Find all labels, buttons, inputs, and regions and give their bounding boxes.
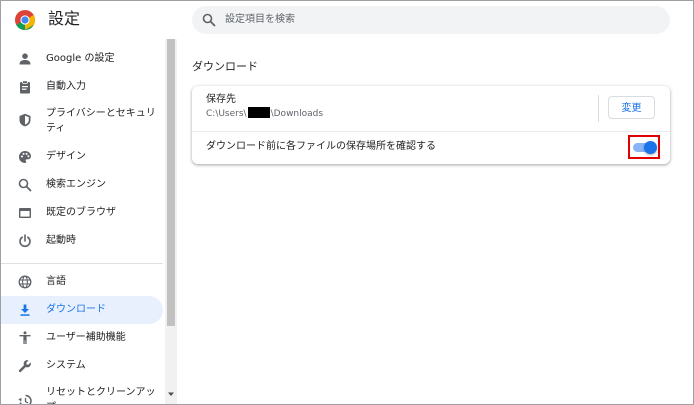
sidebar-item-label: システム: [46, 360, 86, 371]
sidebar-item-autofill[interactable]: 自動入力: [1, 73, 163, 101]
sidebar-item-reset-cleanup[interactable]: リセットとクリーンアップ: [1, 380, 163, 404]
wrench-icon: [18, 360, 31, 373]
clipboard-icon: [20, 80, 30, 94]
sidebar-item-on-startup[interactable]: 起動時: [1, 227, 163, 255]
globe-icon: [18, 275, 32, 289]
sidebar-item-label: リセットとクリーンアップ: [46, 387, 156, 404]
sidebar-item-appearance[interactable]: デザイン: [1, 143, 163, 171]
download-icon: [20, 304, 30, 316]
sidebar-item-label: 既定のブラウザ: [46, 207, 116, 218]
palette-icon: [19, 151, 31, 163]
vertical-separator: [598, 95, 599, 122]
sidebar-item-downloads[interactable]: ダウンロード: [1, 296, 163, 324]
power-icon: [19, 234, 31, 248]
sidebar-item-label: 言語: [46, 276, 66, 287]
section-title-downloads: ダウンロード: [192, 60, 258, 73]
ask-before-download-row[interactable]: ダウンロード前に各ファイルの保存場所を確認する: [192, 132, 670, 164]
sidebar-item-label: 検索エンジン: [46, 179, 106, 190]
sidebar-item-search-engine[interactable]: 検索エンジン: [1, 171, 163, 199]
search-icon: [18, 178, 32, 192]
download-location-label: 保存先: [206, 94, 236, 105]
sidebar-item-privacy-security[interactable]: プライバシーとセキュリティ: [1, 101, 163, 139]
sidebar-item-label: 起動時: [46, 235, 76, 246]
search-box[interactable]: 設定項目を検索: [192, 6, 670, 34]
sidebar-item-label: プライバシーとセキュリティ: [46, 108, 156, 134]
reset-icon: [18, 394, 32, 404]
page-title: 設定: [48, 9, 81, 28]
sidebar-item-accessibility[interactable]: ユーザー補助機能: [1, 324, 163, 352]
browser-window-icon: [19, 208, 31, 218]
sidebar-item-label: 自動入力: [46, 81, 86, 92]
scrollbar-thumb[interactable]: [167, 39, 175, 326]
scroll-down-arrow-icon[interactable]: [167, 390, 175, 398]
search-icon: [202, 13, 216, 27]
ask-before-download-label: ダウンロード前に各ファイルの保存場所を確認する: [206, 141, 436, 152]
sidebar-item-system[interactable]: システム: [1, 352, 163, 380]
redacted-username: [247, 107, 270, 118]
chrome-logo-icon: [15, 10, 35, 30]
header: 設定 設定項目を検索: [1, 1, 693, 39]
settings-window: 設定 設定項目を検索 Google の設定 自動入力 プライバシーとセキュリティ…: [0, 0, 694, 405]
download-location-path: C:\Users\ \Downloads: [206, 107, 323, 121]
sidebar-item-default-browser[interactable]: 既定のブラウザ: [1, 199, 163, 227]
sidebar-item-label: Google の設定: [46, 53, 115, 64]
path-prefix: C:\Users\: [206, 109, 247, 119]
sidebar: Google の設定 自動入力 プライバシーとセキュリティ デザイン 検索エンジ…: [1, 39, 165, 404]
sidebar-item-label: デザイン: [46, 151, 86, 162]
change-location-button[interactable]: 変更: [608, 96, 655, 119]
sidebar-divider: [1, 263, 163, 264]
toggle-thumb: [644, 141, 657, 154]
sidebar-item-label: ダウンロード: [46, 304, 106, 315]
ask-before-download-toggle[interactable]: [633, 141, 657, 154]
sidebar-item-languages[interactable]: 言語: [1, 268, 163, 296]
search-placeholder: 設定項目を検索: [225, 14, 295, 25]
person-icon: [19, 53, 31, 65]
download-location-row: 保存先 C:\Users\ \Downloads 変更: [192, 86, 670, 131]
sidebar-scrollbar[interactable]: [165, 39, 177, 404]
path-suffix: \Downloads: [270, 109, 324, 119]
accessibility-icon: [19, 331, 31, 344]
sidebar-item-google-settings[interactable]: Google の設定: [1, 45, 163, 73]
downloads-settings-card: 保存先 C:\Users\ \Downloads 変更 ダウンロード前に各ファイル…: [192, 86, 670, 164]
shield-icon: [19, 113, 31, 127]
sidebar-item-label: ユーザー補助機能: [46, 332, 126, 343]
